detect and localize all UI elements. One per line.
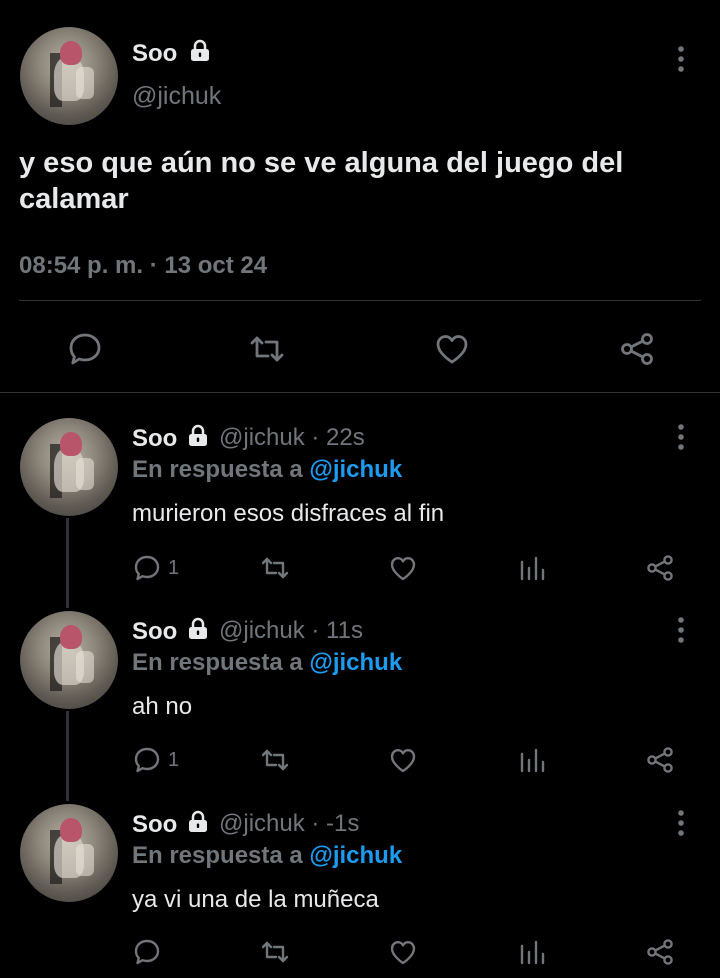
lock-icon	[189, 424, 207, 446]
reply-avatar[interactable]	[20, 804, 118, 902]
reply-to-mention[interactable]: @jichuk	[309, 649, 402, 676]
like-icon[interactable]	[433, 330, 471, 368]
thread-line	[66, 711, 69, 801]
reply-name[interactable]: Soo	[132, 618, 177, 646]
lock-icon	[189, 617, 207, 639]
reply-handle-time: @jichuk · -1s	[219, 810, 360, 837]
main-tweet-text: y eso que aún no se ve alguna del juego …	[19, 147, 624, 215]
reply-text: murieron esos disfraces al fin	[132, 500, 445, 527]
reply-to-mention[interactable]: @jichuk	[309, 456, 402, 483]
lock-icon	[191, 39, 209, 61]
share-icon[interactable]	[618, 330, 656, 368]
lock-icon	[189, 810, 207, 832]
reply-icon[interactable]	[132, 745, 162, 775]
main-tweet-avatar[interactable]	[20, 27, 118, 125]
reply-to-line: En respuesta a @jichuk	[132, 842, 402, 870]
reply-icon[interactable]	[132, 553, 162, 583]
more-options-icon[interactable]	[671, 615, 691, 645]
reply-name[interactable]: Soo	[132, 425, 177, 453]
like-icon[interactable]	[388, 553, 418, 583]
views-icon[interactable]	[517, 745, 547, 775]
retweet-icon[interactable]	[248, 330, 286, 368]
share-icon[interactable]	[645, 937, 675, 967]
reply-icon[interactable]	[132, 937, 162, 967]
reply-text: ya vi una de la muñeca	[132, 886, 379, 913]
section-divider	[0, 392, 720, 393]
main-tweet-name[interactable]: Soo	[132, 40, 177, 68]
more-options-icon[interactable]	[671, 44, 691, 74]
reply-avatar[interactable]	[20, 611, 118, 709]
reply-to-prefix: En respuesta a	[132, 842, 303, 869]
retweet-icon[interactable]	[260, 745, 290, 775]
more-options-icon[interactable]	[671, 422, 691, 452]
reply-handle-time: @jichuk · 11s	[219, 617, 363, 644]
reply-to-line: En respuesta a @jichuk	[132, 649, 402, 677]
reply-to-prefix: En respuesta a	[132, 649, 303, 676]
reply-handle-time: @jichuk · 22s	[219, 424, 365, 451]
reply-to-mention[interactable]: @jichuk	[309, 842, 402, 869]
main-tweet-timestamp[interactable]: 08:54 p. m. · 13 oct 24	[19, 252, 267, 280]
reply-icon[interactable]	[66, 330, 104, 368]
thread-line	[66, 518, 69, 608]
more-options-icon[interactable]	[671, 808, 691, 838]
retweet-icon[interactable]	[260, 553, 290, 583]
views-icon[interactable]	[517, 937, 547, 967]
reply-count: 1	[168, 749, 180, 771]
reply-text: ah no	[132, 693, 193, 720]
reply-to-prefix: En respuesta a	[132, 456, 303, 483]
like-icon[interactable]	[388, 937, 418, 967]
main-tweet-handle[interactable]: @jichuk	[132, 82, 221, 111]
like-icon[interactable]	[388, 745, 418, 775]
views-icon[interactable]	[517, 553, 547, 583]
reply-name[interactable]: Soo	[132, 811, 177, 839]
share-icon[interactable]	[645, 553, 675, 583]
share-icon[interactable]	[645, 745, 675, 775]
reply-count: 1	[168, 557, 180, 579]
main-tweet-divider	[19, 300, 701, 301]
reply-to-line: En respuesta a @jichuk	[132, 456, 402, 484]
retweet-icon[interactable]	[260, 937, 290, 967]
reply-avatar[interactable]	[20, 418, 118, 516]
